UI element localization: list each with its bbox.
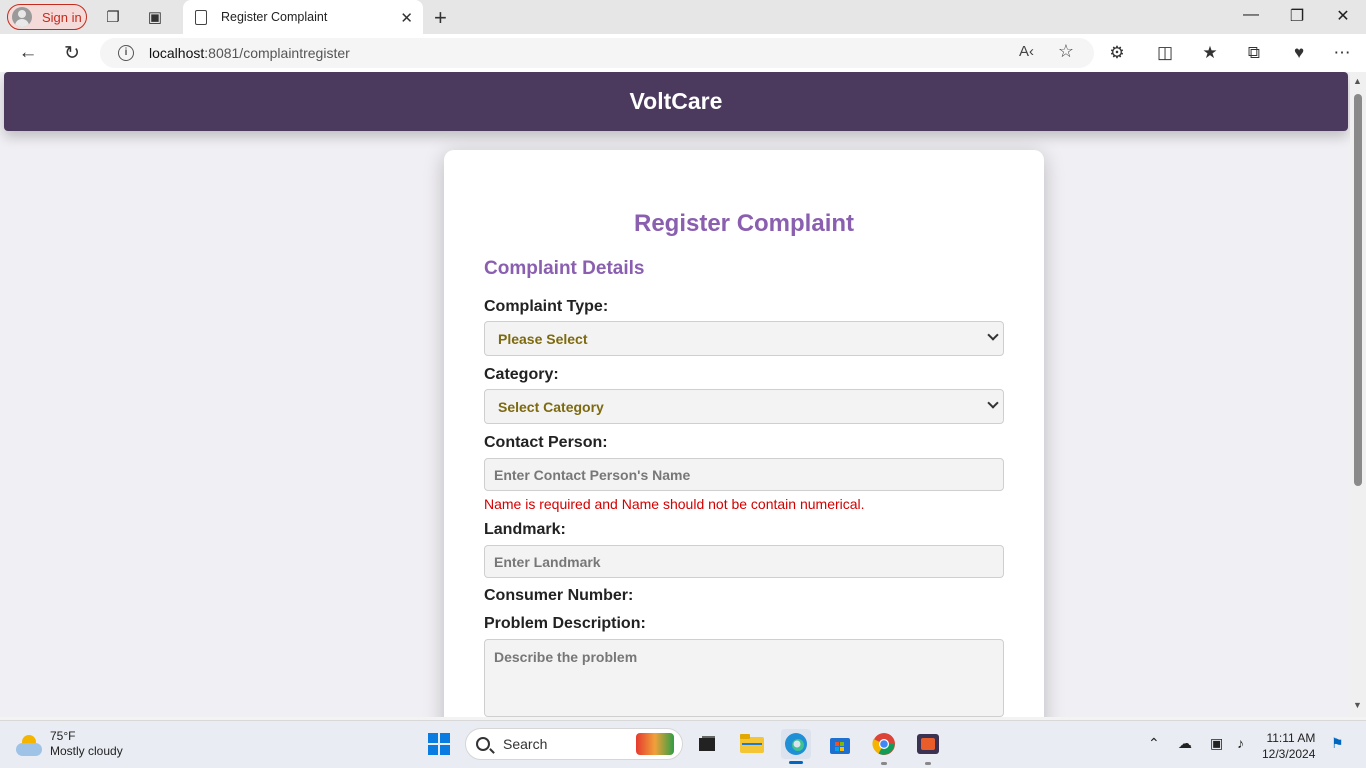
problem-description-label: Problem Description: [484,615,646,632]
page-scrollbar[interactable]: ▲ ▼ [1350,72,1366,717]
category-value: Select Category [498,398,604,415]
contact-person-error: Name is required and Name should not be … [484,496,865,512]
chrome-running-indicator [881,762,887,765]
tab-actions-icon[interactable]: ▣ [146,8,164,26]
favorites-icon[interactable]: ★ [1198,43,1222,63]
complaint-type-select[interactable]: Please Select [484,321,1004,356]
split-screen-icon[interactable]: ◫ [1153,43,1177,63]
edge-active-indicator [789,761,803,764]
chrome-browser-icon[interactable] [869,729,899,759]
weather-temperature: 75°F [50,729,76,743]
contact-person-input[interactable]: Enter Contact Person's Name [484,458,1004,491]
taskbar-search[interactable]: Search [465,728,683,760]
task-view-icon[interactable] [692,729,722,759]
app-launcher-icon[interactable] [913,729,943,759]
clock-date: 12/3/2024 [1262,747,1316,761]
category-label: Category: [484,366,559,383]
onedrive-icon[interactable]: ☁ [1178,735,1192,752]
complaint-type-value: Please Select [498,330,588,347]
refresh-button[interactable]: ↻ [60,41,84,65]
notification-bell-icon[interactable]: ⚑ [1331,735,1344,752]
landmark-placeholder: Enter Landmark [494,553,601,570]
start-windows-icon[interactable] [424,729,454,759]
more-options-icon[interactable]: ⋯ [1330,43,1354,63]
windows-taskbar: 75°F Mostly cloudy Search ⌃ ☁ ▣ ♪ 11:11 … [0,720,1366,768]
contact-person-placeholder: Enter Contact Person's Name [494,466,691,483]
app-header: VoltCare [4,72,1348,131]
category-select[interactable]: Select Category [484,389,1004,424]
collections-icon[interactable]: ⧉ [1242,43,1266,63]
landmark-input[interactable]: Enter Landmark [484,545,1004,578]
close-tab-icon[interactable]: ✕ [400,9,413,27]
scroll-down-icon[interactable]: ▼ [1353,700,1362,710]
chevron-down-icon [987,329,999,341]
tab-title: Register Complaint [221,10,328,24]
scrollbar-thumb[interactable] [1354,94,1362,486]
read-aloud-icon[interactable]: A​‹ [1019,43,1034,60]
minimize-button[interactable]: — [1236,6,1266,24]
brand-title: VoltCare [629,88,723,114]
back-button[interactable]: ← [16,41,40,65]
address-bar[interactable]: i localhost:8081/complaintregister A​‹ ☆ [100,38,1094,68]
profile-avatar-icon [12,7,32,27]
display-icon[interactable]: ▣ [1210,735,1223,752]
volume-icon[interactable]: ♪ [1237,735,1244,751]
restore-button[interactable]: ❐ [1282,6,1312,26]
page-viewport: VoltCare Register Complaint Complaint De… [0,72,1350,717]
chevron-down-icon [987,397,999,409]
sign-in-label: Sign in [42,9,82,25]
scroll-up-icon[interactable]: ▲ [1353,76,1362,86]
site-info-icon[interactable]: i [118,45,134,61]
consumer-number-label: Consumer Number: [484,587,634,604]
show-hidden-icons-chevron-icon[interactable]: ⌃ [1148,735,1160,752]
contact-person-label: Contact Person: [484,434,608,451]
tab-register-complaint[interactable]: Register Complaint ✕ [183,0,423,34]
extensions-icon[interactable]: ⚙ [1105,43,1129,63]
system-clock[interactable]: 11:11 AM 12/3/2024 [1262,730,1315,762]
new-tab-button[interactable]: + [434,5,447,31]
search-label: Search [503,736,548,752]
page-document-icon [195,9,207,25]
url-text: localhost:8081/complaintregister [149,45,350,61]
search-highlight-icon [636,733,674,755]
weather-condition: Mostly cloudy [50,744,123,758]
close-window-button[interactable]: ✕ [1328,6,1358,26]
weather-cloud-icon [16,735,44,757]
app-running-indicator [925,762,931,765]
section-title: Complaint Details [484,258,645,279]
complaint-type-label: Complaint Type: [484,298,609,315]
edge-browser-icon[interactable] [781,729,811,759]
complaint-form-card: Register Complaint Complaint Details Com… [444,150,1044,717]
microsoft-store-icon[interactable] [825,729,855,759]
favorite-star-icon[interactable]: ☆ [1058,41,1074,62]
problem-description-textarea[interactable]: Describe the problem [484,639,1004,717]
browser-essentials-icon[interactable]: ♥ [1287,43,1311,63]
clock-time: 11:11 AM [1266,731,1316,745]
browser-toolbar: ← ↻ i localhost:8081/complaintregister A… [0,34,1366,72]
landmark-label: Landmark: [484,521,566,538]
page-title: Register Complaint [633,210,855,237]
browser-tab-bar: Sign in ❐ ▣ Register Complaint ✕ + — ❐ ✕ [0,0,1366,34]
sign-in-button[interactable]: Sign in [7,4,87,30]
problem-description-placeholder: Describe the problem [494,649,638,665]
weather-widget[interactable]: 75°F Mostly cloudy [16,729,123,759]
workspaces-icon[interactable]: ❐ [104,8,122,26]
search-icon [476,737,490,751]
file-explorer-icon[interactable] [737,729,767,759]
